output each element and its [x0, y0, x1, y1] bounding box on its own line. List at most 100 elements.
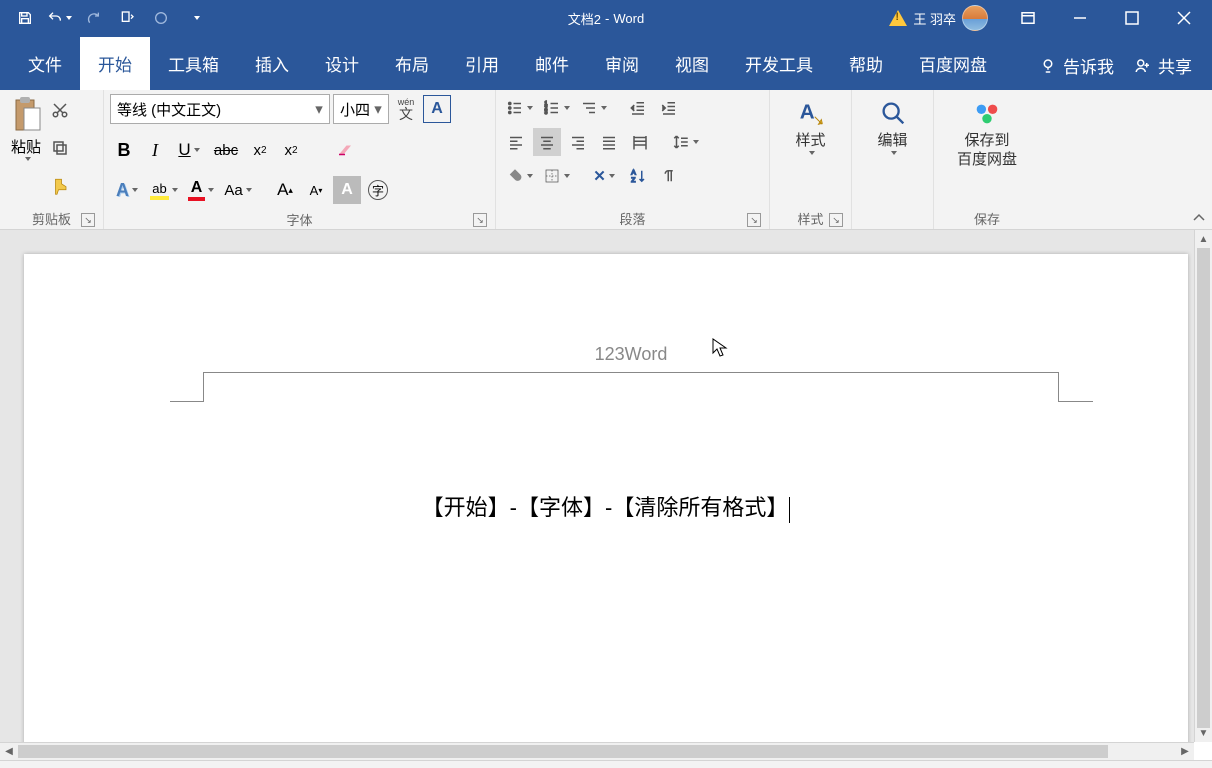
- font-name-combo[interactable]: 等线 (中文正文)▾: [110, 94, 330, 124]
- styles-button[interactable]: A 样式: [783, 94, 839, 159]
- maximize-button[interactable]: [1110, 0, 1154, 36]
- tab-baidu[interactable]: 百度网盘: [901, 37, 1005, 90]
- touch-mode-button[interactable]: [112, 3, 142, 33]
- user-area[interactable]: 王 羽卒: [889, 5, 988, 31]
- vscroll-track[interactable]: [1195, 248, 1212, 724]
- paragraph-launcher[interactable]: ↘: [747, 213, 761, 227]
- justify-button[interactable]: [595, 128, 623, 156]
- sort-button[interactable]: AZ: [624, 162, 652, 190]
- page-header: 123Word: [204, 344, 1058, 365]
- paste-label: 粘贴: [11, 136, 41, 157]
- format-painter-button[interactable]: [46, 172, 74, 200]
- multilevel-button[interactable]: [576, 94, 610, 122]
- svg-text:Z: Z: [631, 177, 635, 184]
- tab-insert[interactable]: 插入: [237, 37, 307, 90]
- strikethrough-button[interactable]: abc: [209, 136, 243, 164]
- scroll-down-button[interactable]: ▼: [1195, 724, 1212, 742]
- tab-help[interactable]: 帮助: [831, 37, 901, 90]
- app-name: Word: [613, 11, 644, 26]
- save-button[interactable]: [10, 3, 40, 33]
- collapse-ribbon-button[interactable]: [1190, 209, 1208, 227]
- align-center-button[interactable]: [533, 128, 561, 156]
- vertical-scrollbar[interactable]: ▲ ▼: [1194, 230, 1212, 742]
- tab-design[interactable]: 设计: [307, 37, 377, 90]
- change-case-button[interactable]: Aa: [221, 176, 255, 204]
- superscript-button[interactable]: x2: [277, 136, 305, 164]
- record-button[interactable]: [146, 3, 176, 33]
- highlight-button[interactable]: ab: [147, 176, 181, 204]
- grow-font-button[interactable]: A▴: [271, 176, 299, 204]
- bullets-button[interactable]: [502, 94, 536, 122]
- paste-button[interactable]: 粘贴: [6, 94, 46, 163]
- vscroll-thumb[interactable]: [1197, 248, 1210, 728]
- editing-label: 编辑: [877, 132, 907, 151]
- underline-button[interactable]: U: [172, 136, 206, 164]
- bold-button[interactable]: B: [110, 136, 138, 164]
- save-baidu-button[interactable]: 保存到 百度网盘: [942, 94, 1032, 174]
- distributed-button[interactable]: [626, 128, 654, 156]
- char-shading-button[interactable]: A: [333, 176, 361, 204]
- borders-button[interactable]: [539, 162, 573, 190]
- tab-developer[interactable]: 开发工具: [727, 37, 831, 90]
- tab-view[interactable]: 视图: [657, 37, 727, 90]
- tell-me[interactable]: 告诉我: [1029, 41, 1124, 90]
- italic-button[interactable]: I: [141, 136, 169, 164]
- align-left-button[interactable]: [502, 128, 530, 156]
- clipboard-launcher[interactable]: ↘: [81, 213, 95, 227]
- page[interactable]: 123Word 【开始】-【字体】-【清除所有格式】: [24, 254, 1188, 742]
- asian-layout-button[interactable]: ✕: [587, 162, 621, 190]
- decrease-indent-button[interactable]: [624, 94, 652, 122]
- group-save: 保存到 百度网盘 保存: [934, 90, 1040, 229]
- body-text[interactable]: 【开始】-【字体】-【清除所有格式】: [24, 490, 1188, 523]
- tab-mail[interactable]: 邮件: [517, 37, 587, 90]
- scroll-right-button[interactable]: ▶: [1176, 743, 1194, 760]
- group-paragraph: 123: [496, 90, 770, 229]
- tab-review[interactable]: 审阅: [587, 37, 657, 90]
- document-area[interactable]: 123Word 【开始】-【字体】-【清除所有格式】: [0, 230, 1212, 742]
- font-color-button[interactable]: A: [184, 176, 218, 204]
- line-spacing-button[interactable]: [668, 128, 702, 156]
- font-size-combo[interactable]: 小四▾: [333, 94, 389, 124]
- numbering-button[interactable]: 123: [539, 94, 573, 122]
- hscroll-track[interactable]: [18, 743, 1176, 760]
- scroll-up-button[interactable]: ▲: [1195, 230, 1212, 248]
- hscroll-thumb[interactable]: [18, 745, 1108, 758]
- tab-references[interactable]: 引用: [447, 37, 517, 90]
- tab-file[interactable]: 文件: [10, 37, 80, 90]
- shading-button[interactable]: [502, 162, 536, 190]
- user-name: 王 羽卒: [913, 9, 956, 28]
- close-button[interactable]: [1162, 0, 1206, 36]
- font-launcher[interactable]: ↘: [473, 213, 487, 227]
- shrink-font-button[interactable]: A▾: [302, 176, 330, 204]
- phonetic-guide-button[interactable]: wén文: [392, 95, 420, 123]
- horizontal-scrollbar[interactable]: ◀ ▶: [0, 742, 1194, 760]
- editing-button[interactable]: 编辑: [865, 94, 921, 159]
- enclose-char-button[interactable]: 字: [364, 176, 392, 204]
- ribbon-display-button[interactable]: [1006, 0, 1050, 36]
- styles-launcher[interactable]: ↘: [829, 213, 843, 227]
- font-group-label: 字体: [286, 210, 312, 229]
- text-cursor: [789, 497, 790, 523]
- subscript-button[interactable]: x2: [246, 136, 274, 164]
- redo-button[interactable]: [78, 3, 108, 33]
- qat-customize-button[interactable]: [180, 3, 210, 33]
- tab-toolbox[interactable]: 工具箱: [150, 37, 237, 90]
- styles-label: 样式: [795, 132, 825, 151]
- text-effect-button[interactable]: A: [110, 176, 144, 204]
- increase-indent-button[interactable]: [655, 94, 683, 122]
- minimize-button[interactable]: [1058, 0, 1102, 36]
- cut-button[interactable]: [46, 96, 74, 124]
- share-button[interactable]: 共享: [1124, 41, 1202, 90]
- share-label: 共享: [1158, 53, 1192, 78]
- scroll-left-button[interactable]: ◀: [0, 743, 18, 760]
- avatar: [962, 5, 988, 31]
- copy-button[interactable]: [46, 134, 74, 162]
- char-border-button[interactable]: A: [423, 95, 451, 123]
- tab-home[interactable]: 开始: [80, 37, 150, 90]
- undo-button[interactable]: [44, 3, 74, 33]
- clear-format-button[interactable]: [331, 136, 359, 164]
- show-marks-button[interactable]: [655, 162, 683, 190]
- group-clipboard: 粘贴 剪贴板↘: [0, 90, 104, 229]
- align-right-button[interactable]: [564, 128, 592, 156]
- tab-layout[interactable]: 布局: [377, 37, 447, 90]
